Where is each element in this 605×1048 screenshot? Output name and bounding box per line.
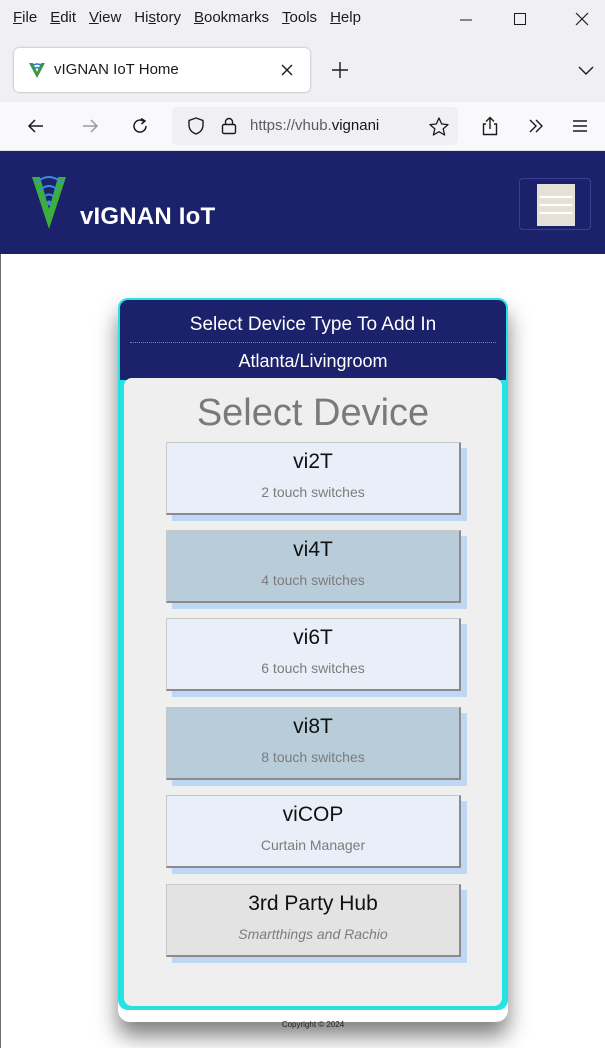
vignan-logo-icon [29,63,45,78]
app-menu-button[interactable] [568,114,592,138]
minimize-button[interactable] [443,0,489,38]
menu-file-accel: F [13,9,23,26]
menu-history-pre: Hi [134,9,149,26]
shield-icon[interactable] [186,116,206,136]
overflow-button[interactable] [524,114,548,138]
device-button-vicop[interactable]: viCOP Curtain Manager [166,795,461,868]
menu-view[interactable]: View [89,9,121,26]
select-device-dialog: Select Device Type To Add In Atlanta/Liv… [118,298,508,1010]
dialog-header-title: Select Device Type To Add In [189,314,437,335]
menu-history-label: tory [155,9,181,26]
device-description: 2 touch switches [261,484,365,500]
menu-view-accel: V [89,9,99,26]
reload-icon [133,117,147,133]
maximize-icon [514,13,526,25]
menu-items: File Edit View History Bookmarks Tools H… [13,9,374,26]
device-name: vi8T [293,715,333,738]
tab-title: vIGNAN IoT Home [54,61,179,78]
forward-button[interactable] [78,114,102,138]
vignan-logo-icon[interactable] [30,173,68,231]
menu-tools-label: ools [289,9,318,26]
lock-icon[interactable] [219,116,239,136]
url-text[interactable]: https://vhub.vignani [250,117,420,134]
tab-close-button[interactable] [276,59,298,81]
dialog-header-divider [130,342,496,343]
device-description: Smartthings and Rachio [238,926,388,942]
window-close-button[interactable] [559,0,605,38]
close-icon [575,12,589,26]
dialog-body: Select Device vi2T 2 touch switches vi4T… [124,378,502,1006]
device-name: vi6T [293,626,333,649]
menu-edit-accel: E [50,9,61,26]
menu-bookmarks-accel: B [193,9,204,26]
menu-edit[interactable]: Edit [50,9,76,26]
tab-strip: vIGNAN IoT Home [0,38,605,102]
menu-file[interactable]: File [13,9,37,26]
device-description: 6 touch switches [261,660,365,676]
menu-tools[interactable]: Tools [282,9,317,26]
device-name: viCOP [282,803,344,826]
device-name: vi4T [293,538,333,561]
reload-button[interactable] [128,114,152,138]
copyright-text: Copyright © 2024 [281,1020,345,1029]
menu-bookmarks[interactable]: Bookmarks [194,9,269,26]
maximize-button[interactable] [497,0,543,38]
close-icon [281,64,293,76]
navigation-bar: https://vhub.vignani [0,102,605,151]
site-header: vIGNAN IoT [0,151,605,254]
menu-view-label: iew [98,9,122,26]
site-title[interactable]: vIGNAN IoT [80,203,215,231]
select-device-heading: Select Device [196,392,430,434]
dialog-header: Select Device Type To Add In Atlanta/Liv… [120,300,506,380]
site-menu-button[interactable] [519,178,591,230]
device-button-vi8t[interactable]: vi8T 8 touch switches [166,707,461,780]
back-button[interactable] [24,114,48,138]
menu-edit-label: dit [60,9,77,26]
url-bar[interactable]: https://vhub.vignani [172,107,458,145]
device-name: 3rd Party Hub [248,892,378,915]
menu-help-label: elp [340,9,361,26]
share-icon [482,116,498,136]
device-description: Curtain Manager [260,837,366,853]
device-name: vi2T [293,450,333,473]
url-prefix: https://vhub. [250,117,332,134]
star-bookmark-icon[interactable] [428,116,450,138]
chevron-down-icon[interactable] [576,60,596,80]
new-tab-plus-icon[interactable] [328,58,352,82]
device-description: 4 touch switches [261,572,365,588]
menu-history-accel: s [148,9,156,26]
tab-active[interactable]: vIGNAN IoT Home [14,48,310,92]
menu-tools-accel: T [282,9,290,26]
hamburger-menu-icon [573,120,587,132]
hamburger-menu-icon [537,184,575,226]
menu-help[interactable]: Help [330,9,361,26]
device-button-vi2t[interactable]: vi2T 2 touch switches [166,442,461,515]
device-button-vi6t[interactable]: vi6T 6 touch switches [166,618,461,691]
minimize-icon [460,19,472,21]
forward-arrow-icon [83,119,99,133]
device-button-vi4t[interactable]: vi4T 4 touch switches [166,530,461,603]
back-arrow-icon [27,119,43,133]
menu-file-label: ile [22,9,38,26]
device-description: 8 touch switches [261,749,365,765]
menu-bar: File Edit View History Bookmarks Tools H… [0,0,605,38]
device-button-3rd-party-hub[interactable]: 3rd Party Hub Smartthings and Rachio [166,884,461,957]
menu-bookmarks-label: ookmarks [204,9,270,26]
url-domain: vignani [331,117,380,134]
menu-history[interactable]: History [134,9,181,26]
menu-help-accel: H [330,9,341,26]
double-chevron-right-icon [529,119,543,133]
share-button[interactable] [478,114,502,138]
dialog-header-location: Atlanta/Livingroom [238,351,388,371]
